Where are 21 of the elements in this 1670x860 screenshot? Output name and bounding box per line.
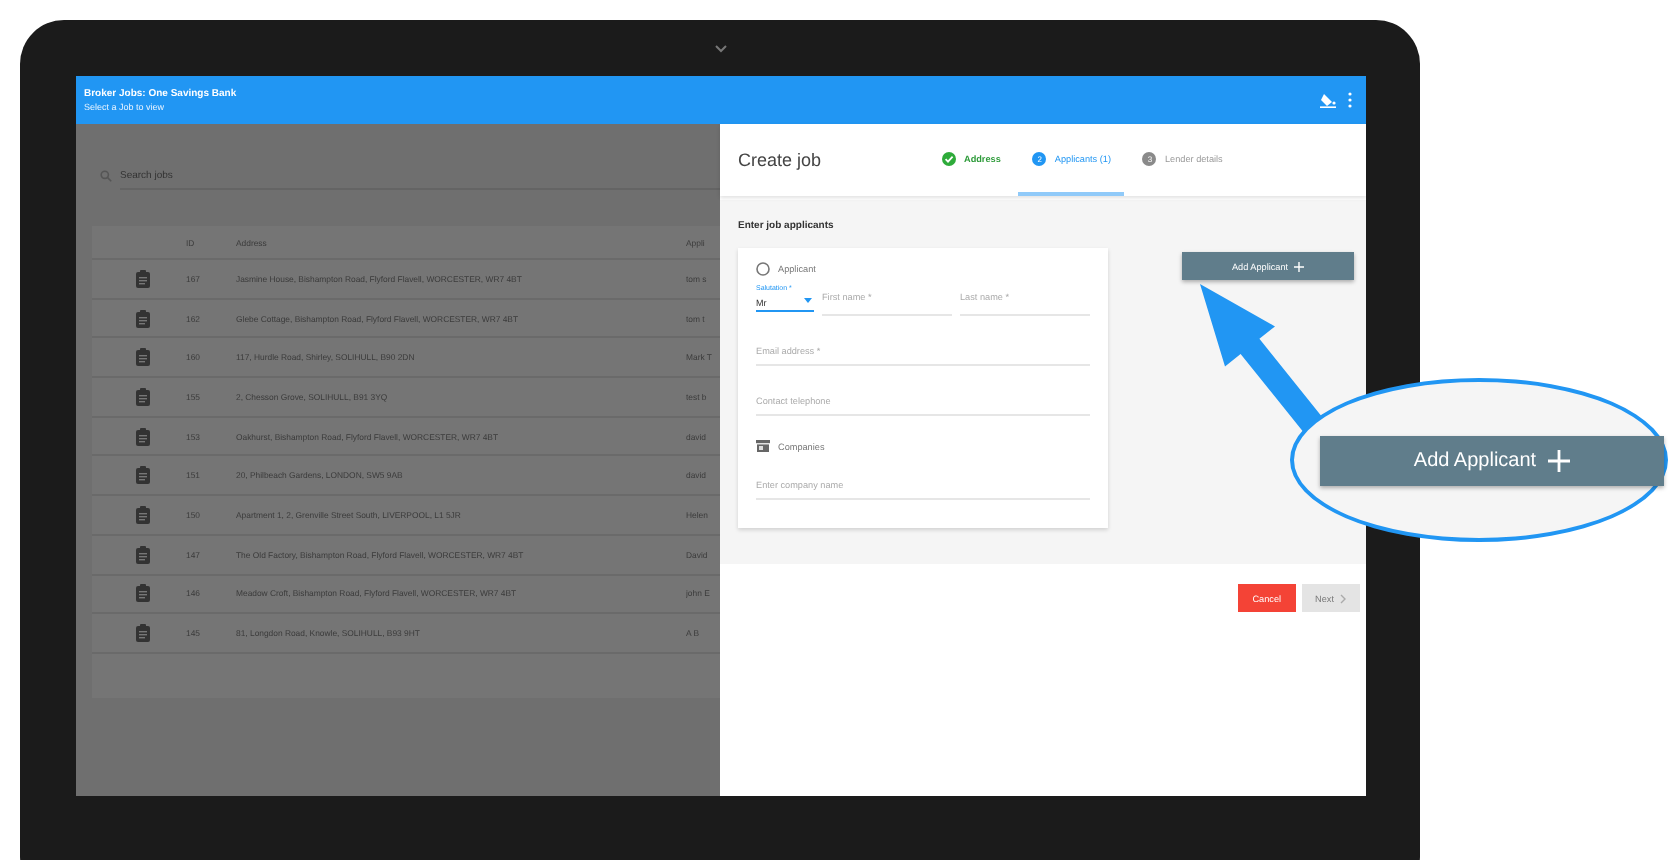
clipboard-icon [135,348,149,367]
clipboard-icon [135,584,149,603]
drawer-title: Create job [738,150,824,170]
clipboard-icon [135,505,149,524]
search-icon [100,170,112,182]
clipboard-icon [135,387,149,406]
clipboard-icon [135,545,149,564]
add-applicant-button[interactable]: Add Applicant [1320,436,1664,486]
caret-icon [804,298,812,304]
clipboard-icon [135,269,149,288]
clipboard-icon [135,466,149,485]
chevron-right-icon [1340,593,1346,603]
clipboard-icon [135,427,149,446]
clipboard-icon [135,624,149,643]
plus-icon [1294,261,1305,271]
paint-bucket-icon[interactable] [1320,92,1336,108]
plus-icon [1548,450,1571,472]
clipboard-icon [135,309,149,328]
check-circle-icon [942,151,956,165]
chevron-down-icon [714,43,728,53]
store-icon [756,440,770,452]
